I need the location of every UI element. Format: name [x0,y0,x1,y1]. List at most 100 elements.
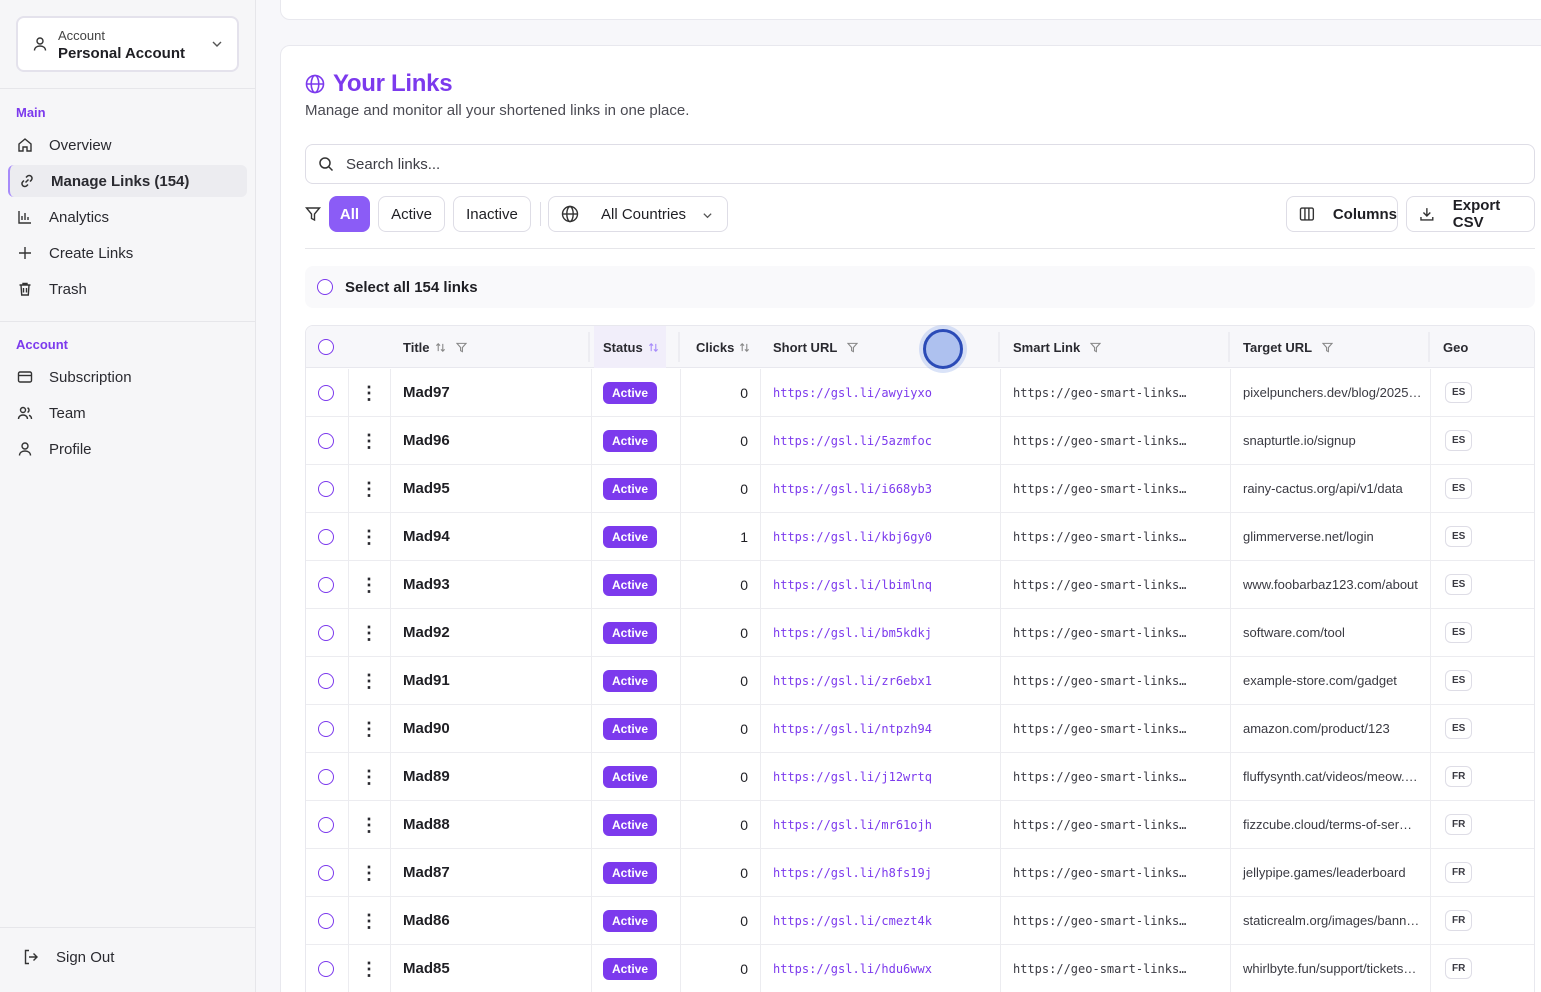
filter-all-button[interactable]: All [329,196,370,232]
sidebar-item-subscription[interactable]: Subscription [8,361,247,393]
sort-icon[interactable] [435,342,446,353]
table-row[interactable]: ⋮ Mad87 Active 0 https://gsl.li/h8fs19j https… [306,849,1534,897]
export-csv-button[interactable]: Export CSV [1406,196,1535,232]
row-target-url[interactable]: fizzcube.cloud/terms-of-ser… [1243,801,1412,848]
column-resize-handle[interactable] [588,332,590,362]
row-select-cell[interactable] [318,753,334,800]
more-vertical-icon[interactable]: ⋮ [360,624,378,642]
more-vertical-icon[interactable]: ⋮ [360,432,378,450]
sidebar-item-profile[interactable]: Profile [8,433,247,465]
header-title[interactable]: Title [403,326,467,368]
more-vertical-icon[interactable]: ⋮ [360,528,378,546]
row-smart-link[interactable]: https://geo-smart-links… [1013,561,1186,608]
row-target-url[interactable]: whirlbyte.fun/support/tickets… [1243,945,1416,992]
row-smart-link[interactable]: https://geo-smart-links… [1013,897,1186,944]
row-actions-cell[interactable]: ⋮ [360,801,378,848]
row-target-url[interactable]: fluffysynth.cat/videos/meow.… [1243,753,1418,800]
row-short-url[interactable]: https://gsl.li/kbj6gy0 [773,513,932,560]
more-vertical-icon[interactable]: ⋮ [360,672,378,690]
row-select-cell[interactable] [318,945,334,992]
row-select-cell[interactable] [318,417,334,464]
row-smart-link[interactable]: https://geo-smart-links… [1013,753,1186,800]
sort-icon[interactable] [739,342,750,353]
row-target-url[interactable]: software.com/tool [1243,609,1345,656]
row-select-radio[interactable] [318,384,334,401]
header-target-url[interactable]: Target URL [1243,326,1334,368]
row-select-radio[interactable] [318,672,334,689]
columns-button[interactable]: Columns [1286,196,1398,232]
row-smart-link[interactable]: https://geo-smart-links… [1013,417,1186,464]
row-actions-cell[interactable]: ⋮ [360,705,378,752]
row-target-url[interactable]: snapturtle.io/signup [1243,417,1356,464]
row-smart-link[interactable]: https://geo-smart-links… [1013,801,1186,848]
row-select-cell[interactable] [318,465,334,512]
row-actions-cell[interactable]: ⋮ [360,945,378,992]
row-select-cell[interactable] [318,849,334,896]
row-actions-cell[interactable]: ⋮ [360,897,378,944]
more-vertical-icon[interactable]: ⋮ [360,384,378,402]
row-actions-cell[interactable]: ⋮ [360,369,378,416]
row-actions-cell[interactable]: ⋮ [360,465,378,512]
filter-active-button[interactable]: Active [378,196,445,232]
row-target-url[interactable]: amazon.com/product/123 [1243,705,1390,752]
row-smart-link[interactable]: https://geo-smart-links… [1013,609,1186,656]
row-short-url[interactable]: https://gsl.li/hdu6wwx [773,945,932,992]
table-row[interactable]: ⋮ Mad95 Active 0 https://gsl.li/i668yb3 https… [306,465,1534,513]
header-status[interactable]: Status [594,326,666,368]
row-select-cell[interactable] [318,609,334,656]
row-short-url[interactable]: https://gsl.li/cmezt4k [773,897,932,944]
table-row[interactable]: ⋮ Mad94 Active 1 https://gsl.li/kbj6gy0 https… [306,513,1534,561]
table-row[interactable]: ⋮ Mad86 Active 0 https://gsl.li/cmezt4k https… [306,897,1534,945]
row-target-url[interactable]: www.foobarbaz123.com/about [1243,561,1418,608]
header-smart-link[interactable]: Smart Link [1013,326,1102,368]
row-select-cell[interactable] [318,369,334,416]
row-smart-link[interactable]: https://geo-smart-links… [1013,945,1186,992]
row-actions-cell[interactable]: ⋮ [360,753,378,800]
row-short-url[interactable]: https://gsl.li/h8fs19j [773,849,932,896]
sort-icon[interactable] [648,342,659,353]
more-vertical-icon[interactable]: ⋮ [360,480,378,498]
table-row[interactable]: ⋮ Mad92 Active 0 https://gsl.li/bm5kdkj https… [306,609,1534,657]
row-select-radio[interactable] [318,576,334,593]
row-short-url[interactable]: https://gsl.li/zr6ebx1 [773,657,932,704]
row-select-cell[interactable] [318,513,334,560]
row-smart-link[interactable]: https://geo-smart-links… [1013,465,1186,512]
row-target-url[interactable]: pixelpunchers.dev/blog/2025… [1243,369,1422,416]
row-short-url[interactable]: https://gsl.li/i668yb3 [773,465,932,512]
header-select-radio-cell[interactable] [318,326,334,368]
row-select-cell[interactable] [318,705,334,752]
row-select-radio[interactable] [318,864,334,881]
filter-inactive-button[interactable]: Inactive [453,196,531,232]
row-short-url[interactable]: https://gsl.li/lbimlnq [773,561,932,608]
column-resize-handle[interactable] [998,332,1000,362]
header-geo[interactable]: Geo [1443,326,1468,368]
more-vertical-icon[interactable]: ⋮ [360,720,378,738]
row-select-cell[interactable] [318,897,334,944]
filter-icon[interactable] [847,342,859,353]
row-smart-link[interactable]: https://geo-smart-links… [1013,849,1186,896]
row-select-radio[interactable] [318,624,334,641]
filter-icon[interactable] [455,342,467,353]
row-select-radio[interactable] [318,528,334,545]
row-select-radio[interactable] [318,432,334,449]
select-all-radio[interactable] [317,279,333,295]
table-row[interactable]: ⋮ Mad85 Active 0 https://gsl.li/hdu6wwx https… [306,945,1534,992]
row-short-url[interactable]: https://gsl.li/ntpzh94 [773,705,932,752]
row-actions-cell[interactable]: ⋮ [360,657,378,704]
header-short-url[interactable]: Short URL [773,326,859,368]
row-actions-cell[interactable]: ⋮ [360,513,378,560]
sidebar-item-create-links[interactable]: Create Links [8,237,247,269]
account-switcher[interactable]: Account Personal Account [16,16,239,72]
row-actions-cell[interactable]: ⋮ [360,849,378,896]
table-row[interactable]: ⋮ Mad90 Active 0 https://gsl.li/ntpzh94 https… [306,705,1534,753]
more-vertical-icon[interactable]: ⋮ [360,912,378,930]
sidebar-item-team[interactable]: Team [8,397,247,429]
row-select-radio[interactable] [318,480,334,497]
more-vertical-icon[interactable]: ⋮ [360,960,378,978]
row-short-url[interactable]: https://gsl.li/bm5kdkj [773,609,932,656]
sidebar-item-trash[interactable]: Trash [8,273,247,305]
row-select-cell[interactable] [318,657,334,704]
row-select-cell[interactable] [318,801,334,848]
column-resize-handle[interactable] [678,332,680,362]
sidebar-item-manage-links[interactable]: Manage Links (154) [8,165,247,197]
